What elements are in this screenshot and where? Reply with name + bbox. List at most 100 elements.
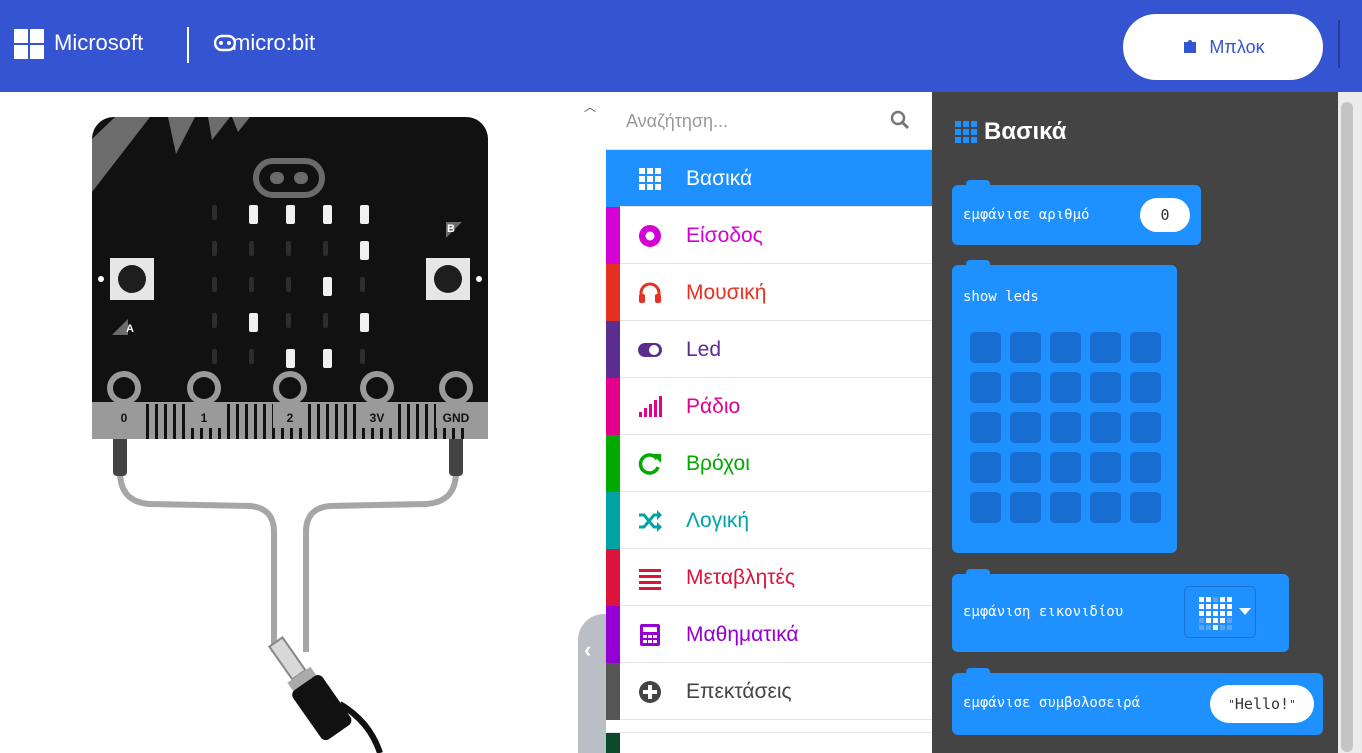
led-3-4 [360, 313, 369, 332]
block-show-leds[interactable]: show leds [952, 260, 1177, 553]
microsoft-logo-icon [14, 29, 44, 59]
string-value-text: Hello! [1234, 695, 1290, 713]
category-input[interactable]: Είσοδος [606, 207, 932, 264]
microbit-board[interactable]: A B 0 1 2 3V GND [0, 92, 578, 753]
block-show-string[interactable]: εμφάνισε συμβολοσειρά " Hello! " [952, 668, 1323, 735]
chevron-down-icon [1239, 608, 1251, 615]
led-editor-cell[interactable] [1130, 492, 1161, 523]
circle-icon [639, 225, 661, 247]
top-bar: Microsoft micro:bit Μπλοκ [0, 0, 1362, 92]
led-editor-cell[interactable] [970, 372, 1001, 403]
flyout-scroll-thumb[interactable] [1341, 102, 1353, 752]
led-2-4 [360, 277, 365, 292]
led-1-1 [249, 241, 254, 256]
led-editor-cell[interactable] [1090, 372, 1121, 403]
category-extensions[interactable]: Επεκτάσεις [606, 663, 932, 720]
led-0-3 [323, 205, 332, 224]
block-show-number[interactable]: εμφάνισε αριθμό 0 [952, 180, 1201, 245]
collapse-simulator-handle[interactable] [578, 614, 606, 753]
led-editor-cell[interactable] [970, 452, 1001, 483]
category-led[interactable]: Led [606, 321, 932, 378]
led-editor-cell[interactable] [1090, 412, 1121, 443]
grid-icon [639, 168, 661, 190]
led-1-2 [286, 241, 291, 256]
blocks-editor-button[interactable]: Μπλοκ [1123, 14, 1323, 80]
led-editor-cell[interactable] [1010, 492, 1041, 523]
led-4-4 [360, 349, 365, 364]
block-show-number-label: εμφάνισε αριθμό [963, 207, 1090, 223]
category-label-math: Μαθηματικά [686, 623, 799, 646]
number-value-field[interactable]: 0 [1140, 198, 1190, 232]
open-quote-icon: " [1228, 697, 1235, 711]
flyout-title: Βασικά [954, 118, 1067, 146]
led-1-4 [360, 241, 369, 260]
grid-icon [955, 121, 977, 143]
pin-label-2: 2 [287, 411, 294, 425]
led-editor-cell[interactable] [1010, 332, 1041, 363]
led-3-0 [212, 313, 217, 328]
pin-3v[interactable]: 3V [360, 371, 394, 428]
refresh-icon [638, 453, 661, 475]
search-icon[interactable] [890, 110, 910, 130]
blocks-button-label: Μπλοκ [1209, 36, 1265, 57]
string-value-field[interactable]: " Hello! " [1210, 685, 1314, 723]
led-editor-cell[interactable] [1050, 452, 1081, 483]
microsoft-brand: Microsoft [54, 30, 144, 55]
led-editor-cell[interactable] [1090, 492, 1121, 523]
led-editor-cell[interactable] [1090, 332, 1121, 363]
category-label-logic: Λογική [686, 509, 750, 532]
led-0-2 [286, 205, 295, 224]
scroll-up-icon[interactable]: ︿ [584, 98, 596, 115]
category-radio[interactable]: Ράδιο [606, 378, 932, 435]
microbit-brand: micro:bit [232, 30, 316, 55]
category-label-loops: Βρόχοι [686, 452, 750, 475]
led-editor-cell[interactable] [970, 332, 1001, 363]
icon-dropdown[interactable] [1184, 586, 1256, 638]
led-editor-cell[interactable] [1010, 372, 1041, 403]
pin-1[interactable]: 1 [187, 371, 221, 428]
category-color-bar [606, 150, 620, 207]
category-math[interactable]: Μαθηματικά [606, 606, 932, 663]
category-label-extensions: Επεκτάσεις [686, 680, 792, 703]
shuffle-icon [639, 510, 662, 532]
toolbox-next-category[interactable] [606, 732, 932, 753]
led-editor-cell[interactable] [1130, 452, 1161, 483]
category-loops[interactable]: Βρόχοι [606, 435, 932, 492]
category-music[interactable]: Μουσική [606, 264, 932, 321]
block-show-icon[interactable]: εμφάνιση εικονιδίου [952, 569, 1289, 652]
category-label-basic: Βασικά [686, 167, 753, 190]
led-editor-cell[interactable] [1010, 452, 1041, 483]
led-editor-cell[interactable] [1050, 372, 1081, 403]
led-editor-cell[interactable] [1050, 492, 1081, 523]
search-input[interactable] [626, 104, 886, 138]
led-0-4 [360, 205, 369, 224]
pin-2[interactable]: 2 [273, 371, 307, 428]
chevron-left-icon[interactable]: ‹ [584, 637, 591, 663]
category-variables[interactable]: Μεταβλητές [606, 549, 932, 606]
pin-0[interactable]: 0 [107, 371, 141, 428]
category-label-variables: Μεταβλητές [686, 566, 796, 589]
led-editor-cell[interactable] [970, 412, 1001, 443]
led-editor-cell[interactable] [1130, 412, 1161, 443]
category-label-music: Μουσική [686, 281, 767, 304]
led-editor-cell[interactable] [970, 492, 1001, 523]
pin-label-gnd: GND [443, 411, 470, 425]
led-editor-cell[interactable] [1090, 452, 1121, 483]
led-3-3 [323, 313, 328, 328]
led-editor-grid[interactable] [970, 332, 1161, 523]
led-1-0 [212, 241, 217, 256]
led-editor-cell[interactable] [1050, 412, 1081, 443]
category-basic[interactable]: Βασικά [606, 150, 932, 207]
led-editor-cell[interactable] [1050, 332, 1081, 363]
led-editor-cell[interactable] [1130, 332, 1161, 363]
list-icon [639, 569, 661, 590]
led-0-0 [212, 205, 217, 220]
category-logic[interactable]: Λογική [606, 492, 932, 549]
block-show-string-label: εμφάνισε συμβολοσειρά [963, 695, 1141, 711]
button-a-label: A [126, 323, 134, 335]
led-editor-cell[interactable] [1010, 412, 1041, 443]
blocks-flyout: Βασικά εμφάνισε αριθμό 0 show leds εμφάν… [932, 92, 1362, 753]
flyout-scrollbar[interactable] [1338, 92, 1362, 753]
calculator-icon [640, 624, 660, 646]
led-editor-cell[interactable] [1130, 372, 1161, 403]
